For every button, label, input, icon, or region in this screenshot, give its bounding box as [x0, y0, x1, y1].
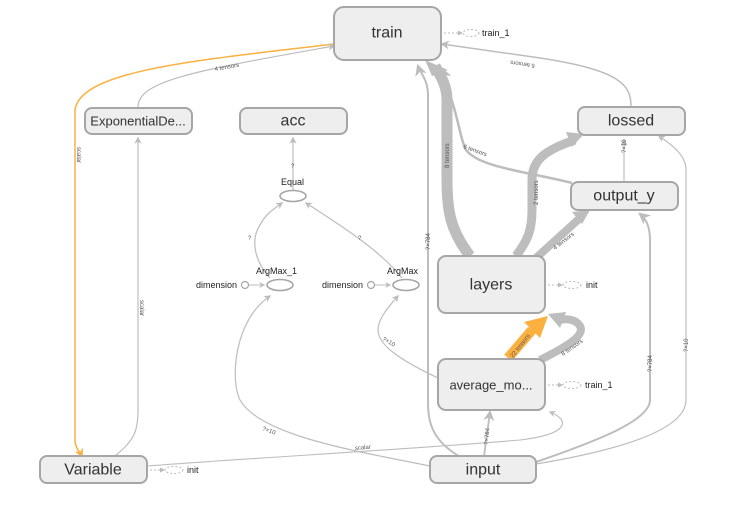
aux-layers-init[interactable]: init [548, 280, 598, 290]
dimension-label-1: dimension [196, 280, 237, 290]
edge-layers-train [430, 63, 475, 260]
edge-label-input-outputy: ?×784 [648, 354, 654, 372]
dimension-const-1-icon[interactable] [240, 280, 250, 290]
edge-input-outputy [535, 212, 652, 463]
edge-label-avg-argmax: ?×10 [381, 337, 396, 349]
svg-text:average_mo...: average_mo... [449, 378, 532, 393]
edge-variable-exp [114, 136, 142, 457]
svg-text:acc: acc [281, 113, 306, 130]
svg-text:input: input [466, 462, 501, 479]
svg-text:ExponentialDe...: ExponentialDe... [90, 114, 185, 129]
svg-text:init: init [187, 465, 199, 475]
edge-variable-train [74, 43, 335, 458]
dimension-const-2-icon[interactable] [366, 280, 376, 290]
node-argmax-1[interactable]: ArgMax_1 [256, 266, 297, 292]
edge-label-input-argmax1: ?×10 [261, 426, 276, 436]
svg-text:train_1: train_1 [482, 28, 510, 38]
svg-text:lossed: lossed [608, 113, 654, 130]
svg-text:train_1: train_1 [585, 380, 613, 390]
svg-text:train: train [371, 25, 402, 42]
node-input[interactable]: input [429, 455, 537, 484]
svg-text:Variable: Variable [64, 462, 122, 479]
svg-text:layers: layers [470, 277, 513, 294]
node-lossed[interactable]: lossed [577, 106, 686, 136]
node-train[interactable]: train [333, 6, 442, 61]
node-acc[interactable]: acc [239, 107, 348, 135]
edge-label-lossed-train: 6 tensors [510, 59, 535, 68]
node-exponential-decay[interactable]: ExponentialDe... [84, 107, 193, 135]
aux-train-1[interactable]: train_1 [444, 28, 510, 38]
edge-label-layers-lossed: 2 tensors [534, 180, 540, 205]
edge-label-exp-train: 4 tensors [214, 63, 239, 73]
aux-average-train-1[interactable]: train_1 [548, 380, 613, 390]
node-average-moving[interactable]: average_mo... [437, 358, 546, 411]
svg-text:output_y: output_y [593, 188, 654, 205]
edge-label-layers-train: 8 tensors [445, 143, 451, 168]
aux-variable-init[interactable]: init [150, 465, 199, 475]
node-output-y[interactable]: output_y [570, 181, 679, 211]
node-layers[interactable]: layers [437, 255, 546, 314]
svg-text:ArgMax: ArgMax [387, 266, 419, 276]
edge-lossed-train [440, 40, 632, 107]
svg-text:ArgMax_1: ArgMax_1 [256, 266, 297, 276]
edge-label-argmax1-equal: ? [248, 236, 252, 242]
edge-label-variable-train: scalar [75, 147, 81, 163]
graph-canvas[interactable]: scalar 4 tensors scalar scalar 6 tensors… [0, 0, 744, 508]
edge-label-outputy-lossed: ?×10 [622, 139, 628, 153]
node-variable[interactable]: Variable [39, 455, 148, 484]
edge-outputy-train [437, 65, 573, 185]
dimension-label-2: dimension [322, 280, 363, 290]
edge-label-input-lossed: ?×10 [684, 338, 690, 352]
svg-text:Equal: Equal [281, 177, 304, 187]
node-argmax[interactable]: ArgMax [387, 266, 420, 292]
edge-label-equal-acc: ? [291, 164, 295, 170]
edge-label-variable-exp: scalar [138, 300, 144, 316]
edge-input-argmax1 [234, 295, 431, 467]
svg-text:init: init [586, 280, 598, 290]
edge-label-input-train: ?×784 [426, 232, 432, 250]
